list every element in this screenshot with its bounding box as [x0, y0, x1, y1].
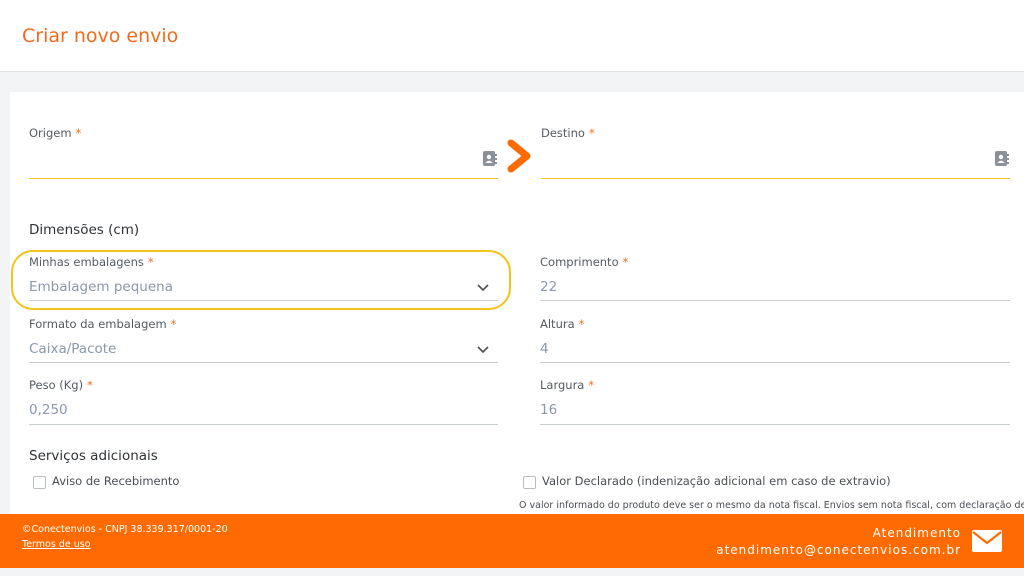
- altura-label: Altura *: [540, 317, 585, 331]
- contact-book-icon[interactable]: [483, 151, 497, 166]
- footer: ©Conectenvios - CNPJ 38.339.317/0001-20 …: [0, 514, 1024, 568]
- largura-underline: [540, 424, 1010, 425]
- formato-select[interactable]: Caixa/Pacote: [29, 341, 116, 357]
- dimensions-heading: Dimensões (cm): [29, 222, 140, 238]
- contact-book-icon[interactable]: [995, 151, 1009, 166]
- formato-underline: [29, 362, 498, 363]
- terms-link[interactable]: Termos de uso: [22, 539, 91, 550]
- page-title: Criar novo envio: [22, 25, 179, 47]
- mail-icon[interactable]: [971, 529, 1003, 553]
- minhas-embalagens-label: Minhas embalagens *: [29, 255, 154, 269]
- support-email[interactable]: atendimento@conectenvios.com.br: [716, 543, 961, 557]
- origem-label: Origem *: [29, 126, 82, 140]
- valor-declarado-checkbox[interactable]: [523, 476, 536, 489]
- origem-underline: [29, 178, 498, 179]
- declared-value-note: O valor informado do produto deve ser o …: [519, 500, 1024, 511]
- valor-declarado-label: Valor Declarado (indenização adicional e…: [542, 474, 891, 488]
- formato-label: Formato da embalagem *: [29, 317, 177, 331]
- destino-label: Destino *: [541, 126, 595, 140]
- aviso-label: Aviso de Recebimento: [52, 474, 180, 488]
- aviso-checkbox[interactable]: [33, 476, 46, 489]
- top-bar: Criar novo envio: [0, 0, 1024, 72]
- comprimento-input[interactable]: 22: [540, 279, 557, 295]
- footer-copyright: ©Conectenvios - CNPJ 38.339.317/0001-20: [22, 524, 228, 535]
- chevron-down-icon[interactable]: [476, 282, 490, 292]
- peso-underline: [29, 424, 498, 425]
- peso-label: Peso (Kg) *: [29, 378, 93, 392]
- largura-label: Largura *: [540, 378, 595, 392]
- altura-input[interactable]: 4: [540, 341, 549, 357]
- chevron-right-icon: [507, 139, 531, 173]
- comprimento-underline: [540, 300, 1010, 301]
- altura-underline: [540, 362, 1010, 363]
- minhas-embalagens-select[interactable]: Embalagem pequena: [29, 279, 173, 295]
- peso-input[interactable]: 0,250: [29, 402, 68, 418]
- destino-underline: [541, 178, 1010, 179]
- origem-input[interactable]: [29, 150, 469, 170]
- comprimento-label: Comprimento *: [540, 255, 629, 269]
- destino-input[interactable]: [541, 150, 981, 170]
- chevron-down-icon[interactable]: [476, 344, 490, 354]
- support-title: Atendimento: [872, 526, 961, 540]
- minhas-embalagens-underline: [29, 300, 498, 301]
- services-heading: Serviços adicionais: [29, 448, 158, 464]
- largura-input[interactable]: 16: [540, 402, 557, 418]
